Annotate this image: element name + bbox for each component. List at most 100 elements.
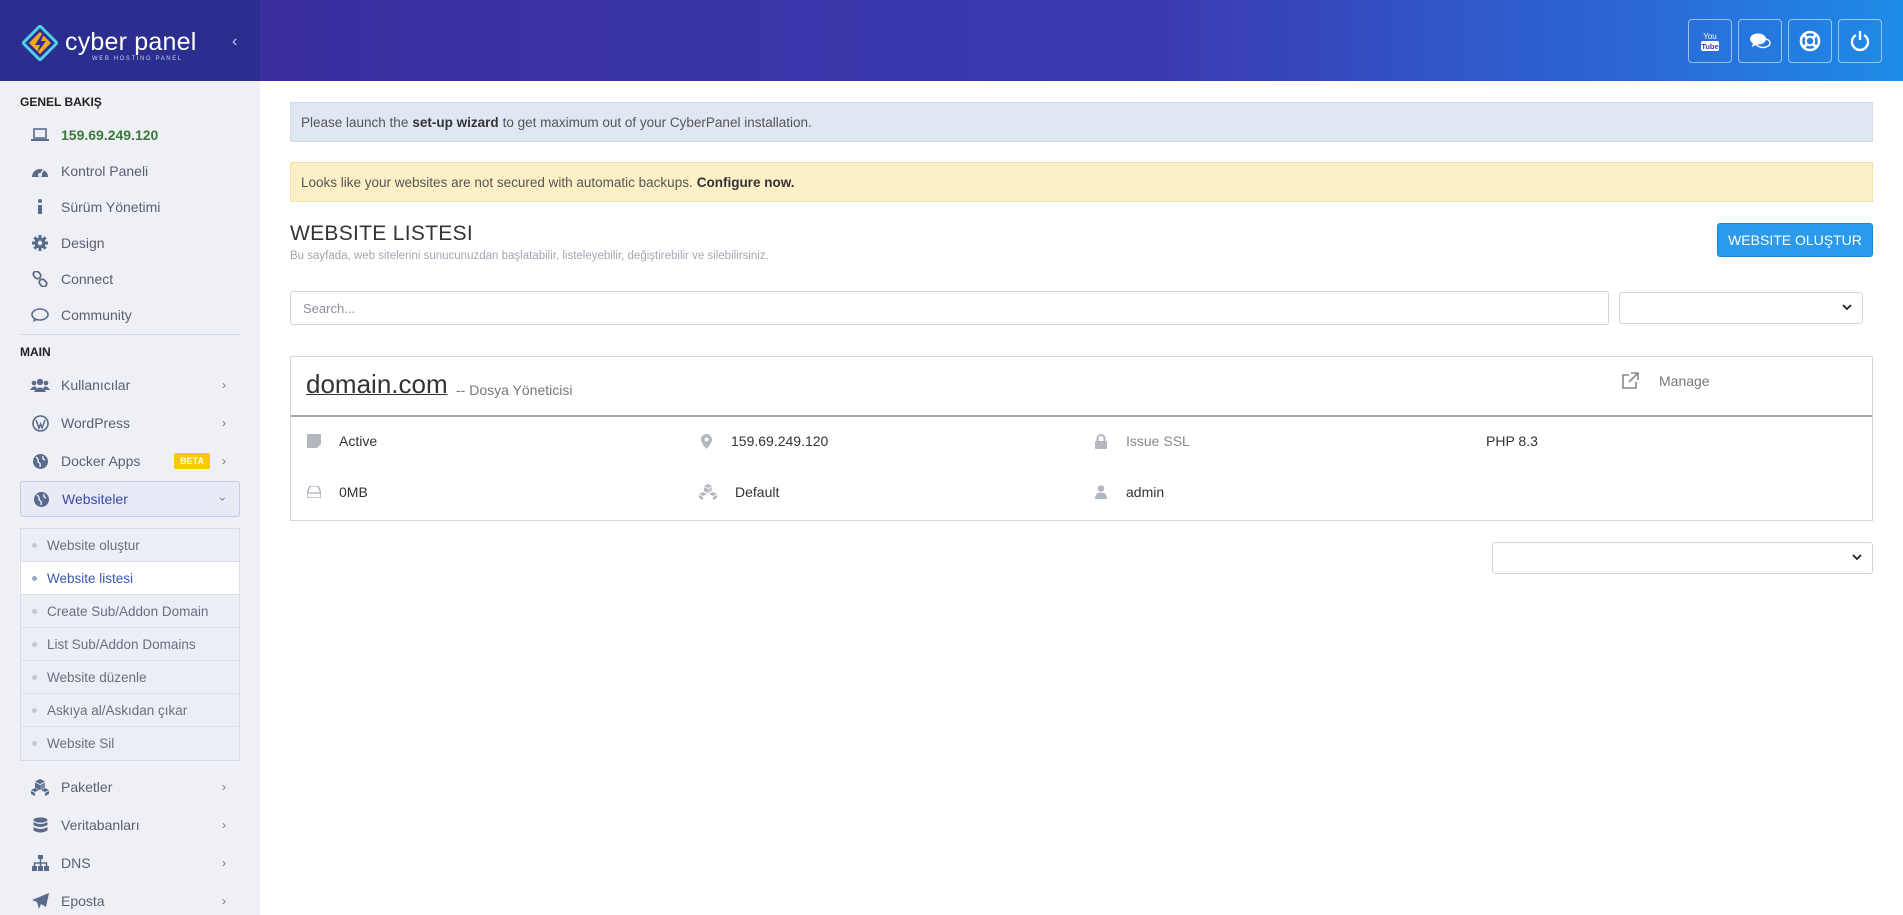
sidebar-item-dns[interactable]: DNS › — [20, 845, 240, 881]
sidebar-item-connect[interactable]: Connect — [20, 261, 240, 297]
setup-wizard-link[interactable]: set-up wizard — [412, 115, 498, 130]
chevron-right-icon: › — [222, 378, 226, 392]
sidebar-item-label: Kontrol Paneli — [61, 163, 149, 179]
youtube-icon: YouTube — [1701, 32, 1719, 51]
users-icon — [30, 375, 50, 395]
external-link-icon — [1622, 372, 1639, 389]
sidebar-item-label: Design — [61, 235, 105, 251]
cyberpanel-logo-icon[interactable] — [22, 25, 58, 61]
chevron-down-icon — [1852, 554, 1862, 561]
chat-button[interactable] — [1738, 19, 1782, 63]
submenu-item-list-sub-addon-domains[interactable]: List Sub/Addon Domains — [21, 628, 239, 661]
sidebar-item-label: Sürüm Yönetimi — [61, 199, 161, 215]
owner-cell: admin — [1093, 484, 1164, 500]
chevron-down-icon: › — [216, 497, 230, 501]
file-manager-link[interactable]: -- Dosya Yöneticisi — [456, 382, 572, 398]
info-icon — [30, 197, 50, 217]
section-title-overview: GENEL BAKIŞ — [20, 95, 102, 109]
submenu-item-website-duzenle[interactable]: Website düzenle — [21, 661, 239, 694]
domain-link[interactable]: domain.com — [306, 369, 448, 400]
chevron-right-icon: › — [222, 856, 226, 870]
ssl-cell[interactable]: Issue SSL — [1093, 433, 1190, 449]
chevron-right-icon: › — [222, 894, 226, 908]
beta-badge: BETA — [174, 453, 210, 469]
create-website-button[interactable]: WEBSITE OLUŞTUR — [1717, 223, 1873, 257]
setup-alert-text-pre: Please launch the — [301, 114, 409, 130]
submenu-item-website-olustur[interactable]: Website oluştur — [21, 529, 239, 562]
ip-value: 159.69.249.120 — [731, 433, 829, 449]
sidebar-item-wordpress[interactable]: WordPress › — [20, 405, 240, 441]
chevron-right-icon: › — [222, 780, 226, 794]
package-cell: Default — [698, 484, 779, 500]
chat-icon — [30, 305, 50, 325]
ip-cell: 159.69.249.120 — [698, 433, 828, 449]
configure-now-link[interactable]: Configure now. — [697, 175, 795, 190]
packages-icon — [30, 777, 50, 797]
manage-link[interactable]: Manage — [1621, 372, 1710, 390]
collapse-sidebar-icon[interactable]: ‹ — [232, 33, 237, 51]
submenu-item-website-sil[interactable]: Website Sil — [21, 727, 239, 760]
sidebar-item-community[interactable]: Community — [20, 297, 240, 333]
sidebar: cyber panel WEB HOSTING PANEL ‹ GENEL BA… — [0, 0, 260, 915]
website-card: domain.com -- Dosya Yöneticisi Manage Ac… — [290, 356, 1873, 521]
submenu-item-askiya-al[interactable]: Askıya al/Askıdan çıkar — [21, 694, 239, 727]
php-version: PHP 8.3 — [1486, 433, 1538, 449]
sidebar-item-kullanicilar[interactable]: Kullanıcılar › — [20, 367, 240, 403]
sidebar-item-eposta[interactable]: Eposta › — [20, 883, 240, 915]
globe-icon — [30, 451, 50, 471]
svg-text:You: You — [1703, 32, 1717, 41]
sidebar-item-docker-apps[interactable]: Docker Apps BETA › — [20, 443, 240, 479]
pagination-select[interactable] — [1492, 542, 1873, 574]
map-marker-icon — [698, 433, 714, 449]
chevron-down-icon — [1842, 304, 1852, 311]
sidebar-item-kontrol-paneli[interactable]: Kontrol Paneli — [20, 153, 240, 189]
websites-submenu: Website oluştur Website listesi Create S… — [20, 528, 240, 761]
manage-label: Manage — [1659, 373, 1710, 389]
page-subtitle: Bu sayfada, web sitelerini sunucunuzdan … — [290, 250, 769, 262]
youtube-button[interactable]: You Tube — [1688, 19, 1732, 63]
sidebar-item-label: Websiteler — [62, 491, 128, 507]
chevron-right-icon: › — [222, 454, 226, 468]
search-input[interactable] — [290, 291, 1609, 325]
sidebar-item-label: Veritabanları — [61, 817, 140, 833]
lock-icon — [1093, 433, 1109, 449]
status-cell: Active — [306, 433, 377, 449]
backup-alert-text: Looks like your websites are not secured… — [301, 174, 693, 190]
sidebar-item-server-ip[interactable]: 159.69.249.120 — [20, 117, 240, 153]
sidebar-item-label: Docker Apps — [61, 453, 141, 469]
website-card-header: domain.com -- Dosya Yöneticisi Manage — [291, 357, 1872, 417]
page-title: WEBSITE LISTESI — [290, 222, 474, 245]
sidebar-item-websiteler[interactable]: Websiteler › — [20, 481, 240, 517]
logout-button[interactable] — [1838, 19, 1882, 63]
php-cell: PHP 8.3 — [1486, 433, 1538, 449]
sidebar-item-label: Paketler — [61, 779, 113, 795]
power-icon — [1850, 31, 1870, 52]
support-button[interactable] — [1788, 19, 1832, 63]
sidebar-item-design[interactable]: Design — [20, 225, 240, 261]
page-size-select[interactable] — [1619, 292, 1863, 324]
svg-text:Tube: Tube — [1701, 42, 1718, 51]
user-icon — [1093, 484, 1109, 500]
chevron-right-icon: › — [222, 818, 226, 832]
sidebar-item-paketler[interactable]: Paketler › — [20, 769, 240, 805]
sidebar-item-veritabanlari[interactable]: Veritabanları › — [20, 807, 240, 843]
status-square-icon — [306, 433, 322, 449]
package-value: Default — [735, 484, 780, 500]
sidebar-item-surum-yonetimi[interactable]: Sürüm Yönetimi — [20, 189, 240, 225]
dashboard-icon — [30, 161, 50, 181]
brand-tagline: WEB HOSTING PANEL — [92, 56, 183, 62]
disk-usage-value: 0MB — [339, 484, 368, 500]
submenu-item-website-listesi[interactable]: Website listesi — [21, 562, 239, 595]
issue-ssl-link[interactable]: Issue SSL — [1126, 433, 1190, 449]
logo-bar: cyber panel WEB HOSTING PANEL ‹ — [0, 0, 260, 81]
brand-name: cyber panel — [65, 28, 197, 56]
chevron-right-icon: › — [222, 416, 226, 430]
top-header: You Tube — [260, 0, 1903, 81]
gear-icon — [30, 233, 50, 253]
laptop-icon — [30, 125, 50, 145]
sidebar-item-label: Eposta — [61, 893, 105, 909]
submenu-item-create-sub-addon-domain[interactable]: Create Sub/Addon Domain — [21, 595, 239, 628]
hard-drive-icon — [306, 484, 322, 500]
status-value: Active — [339, 433, 378, 449]
backup-warning-alert: Looks like your websites are not secured… — [290, 162, 1873, 202]
